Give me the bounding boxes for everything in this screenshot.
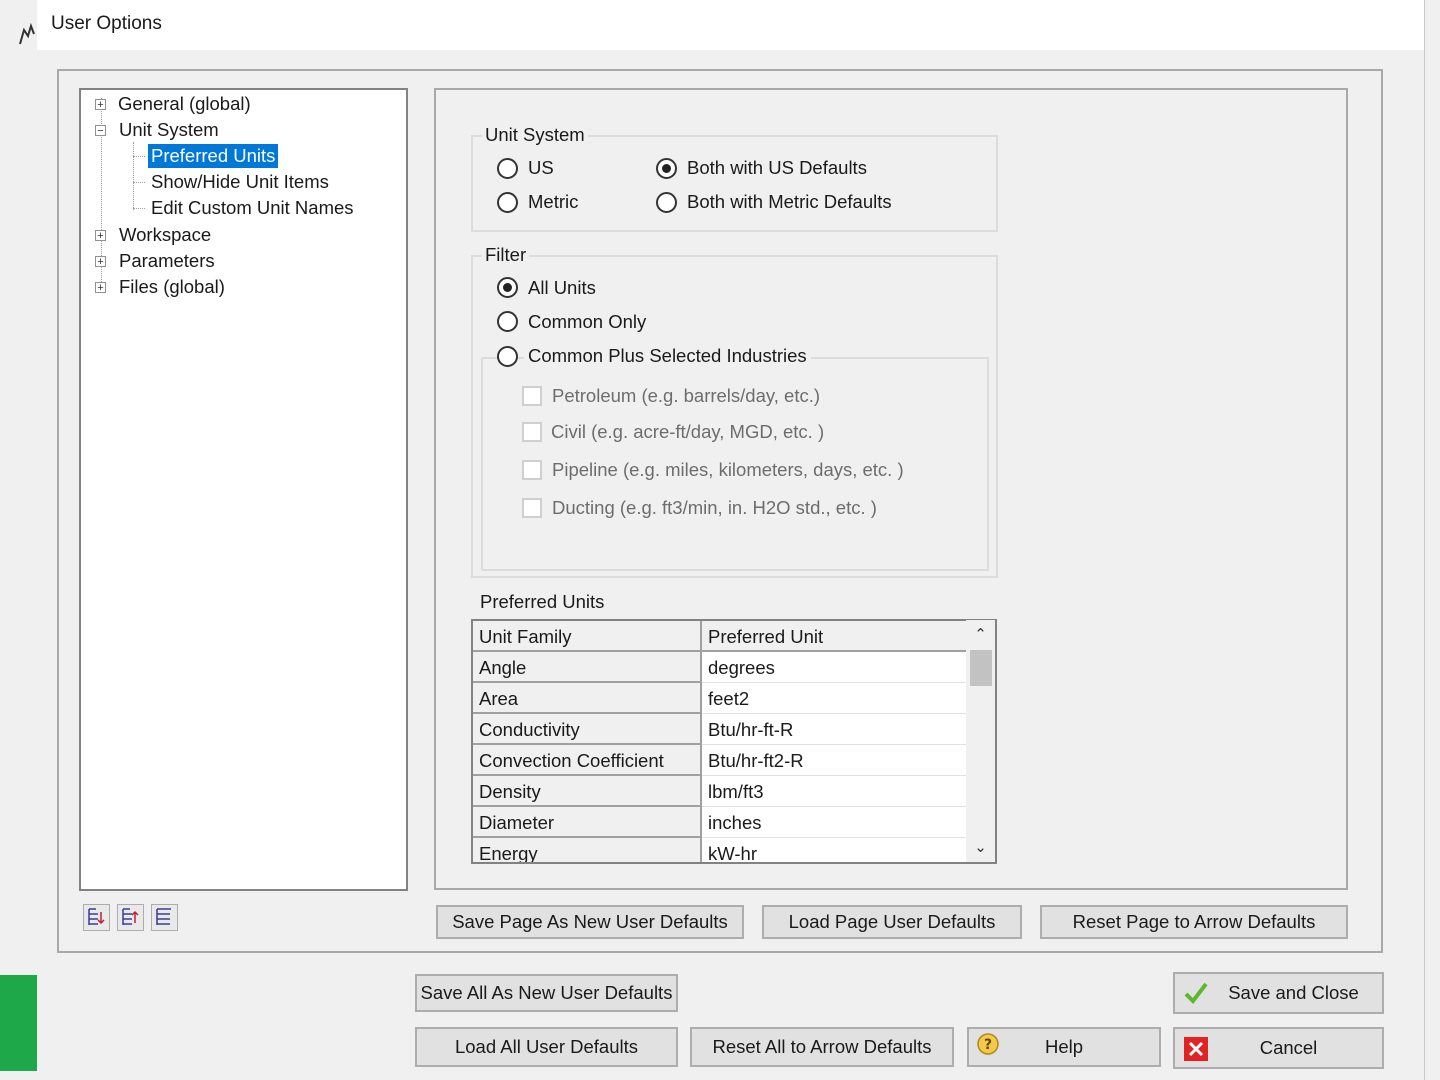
tree-connector: [133, 156, 145, 157]
unit-family-cell[interactable]: Conductivity: [473, 714, 702, 745]
background-window-left: [0, 0, 38, 1080]
preferred-unit-cell[interactable]: kW-hr: [702, 838, 968, 862]
cancel-button[interactable]: Cancel: [1173, 1027, 1384, 1069]
tree-item-files[interactable]: Files (global): [119, 275, 225, 299]
help-icon: ?: [977, 1033, 999, 1055]
scroll-up-icon[interactable]: ⌃: [966, 621, 995, 649]
tree-options-button[interactable]: [151, 904, 178, 931]
radio-both-us-defaults[interactable]: [656, 158, 677, 179]
preferred-unit-cell[interactable]: inches: [702, 807, 968, 838]
radio-us-label[interactable]: US: [528, 157, 554, 179]
radio-both-us-defaults-label[interactable]: Both with US Defaults: [687, 157, 867, 179]
unit-family-cell[interactable]: Energy: [473, 838, 702, 862]
load-all-defaults-button[interactable]: Load All User Defaults: [415, 1027, 678, 1067]
checkbox-civil-label[interactable]: Civil (e.g. acre-ft/day, MGD, etc. ): [551, 421, 824, 443]
filter-label: Filter: [482, 244, 530, 266]
tree-item-general[interactable]: General (global): [118, 92, 251, 116]
cancel-label: Cancel: [1259, 1037, 1318, 1058]
tree-item-unit-system[interactable]: Unit System: [119, 118, 219, 142]
unit-system-group: [471, 135, 998, 232]
radio-all-units[interactable]: [497, 277, 518, 298]
save-and-close-button[interactable]: Save and Close: [1173, 972, 1384, 1014]
expand-toggle-icon[interactable]: +: [95, 230, 106, 242]
preferred-units-grid[interactable]: Unit Family Preferred Unit Angle degrees…: [471, 619, 997, 864]
radio-common-only-label[interactable]: Common Only: [528, 311, 646, 333]
checkbox-petroleum[interactable]: [522, 386, 542, 406]
preferred-unit-cell[interactable]: Btu/hr-ft2-R: [702, 745, 968, 776]
radio-common-only[interactable]: [497, 311, 518, 332]
save-all-defaults-button[interactable]: Save All As New User Defaults: [415, 974, 678, 1012]
expand-toggle-icon[interactable]: +: [95, 256, 106, 268]
radio-common-plus-industries-label[interactable]: Common Plus Selected Industries: [524, 345, 811, 367]
close-icon: [1184, 1037, 1208, 1061]
collapse-toggle-icon[interactable]: −: [95, 125, 106, 137]
radio-metric[interactable]: [497, 192, 518, 213]
unit-family-cell[interactable]: Diameter: [473, 807, 702, 838]
save-page-defaults-button[interactable]: Save Page As New User Defaults: [436, 905, 744, 939]
help-button[interactable]: ? Help: [967, 1027, 1161, 1067]
preferred-units-label: Preferred Units: [480, 591, 605, 612]
checkbox-ducting-label[interactable]: Ducting (e.g. ft3/min, in. H2O std., etc…: [552, 497, 877, 519]
tree-connector: [133, 142, 134, 210]
tree-connector: [133, 182, 145, 183]
radio-common-plus-industries[interactable]: [497, 346, 518, 367]
checkbox-pipeline-label[interactable]: Pipeline (e.g. miles, kilometers, days, …: [552, 459, 904, 481]
collapse-tree-icon: [122, 908, 139, 925]
help-button-label: Help: [1044, 1036, 1084, 1057]
window-title: User Options: [51, 13, 162, 34]
preferred-unit-cell[interactable]: lbm/ft3: [702, 776, 968, 807]
tree-item-preferred-units[interactable]: Preferred Units: [148, 144, 279, 168]
save-and-close-label: Save and Close: [1228, 982, 1359, 1003]
checkbox-pipeline[interactable]: [522, 460, 542, 480]
radio-both-metric-defaults[interactable]: [656, 192, 677, 213]
tree-item-edit-custom-unit-names[interactable]: Edit Custom Unit Names: [151, 196, 354, 220]
unit-family-cell[interactable]: Area: [473, 683, 702, 714]
radio-both-metric-defaults-label[interactable]: Both with Metric Defaults: [687, 191, 892, 213]
scroll-down-icon[interactable]: ⌄: [966, 834, 995, 862]
preferred-unit-cell[interactable]: degrees: [702, 652, 968, 683]
tree-item-show-hide-unit-items[interactable]: Show/Hide Unit Items: [151, 170, 329, 194]
checkbox-ducting[interactable]: [522, 498, 542, 518]
tree-connector: [133, 208, 145, 209]
expand-tree-icon: [88, 908, 105, 925]
tree-item-parameters[interactable]: Parameters: [119, 249, 215, 273]
radio-us[interactable]: [497, 158, 518, 179]
reset-all-defaults-button[interactable]: Reset All to Arrow Defaults: [690, 1027, 954, 1067]
preferred-unit-cell[interactable]: feet2: [702, 683, 968, 714]
unit-family-cell[interactable]: Convection Coefficient: [473, 745, 702, 776]
radio-all-units-label[interactable]: All Units: [528, 277, 596, 299]
unit-system-label: Unit System: [482, 124, 588, 146]
load-page-defaults-button[interactable]: Load Page User Defaults: [762, 905, 1022, 939]
radio-metric-label[interactable]: Metric: [528, 191, 578, 213]
preferred-unit-cell[interactable]: Btu/hr-ft-R: [702, 714, 968, 745]
expand-toggle-icon[interactable]: +: [95, 282, 106, 294]
expand-toggle-icon[interactable]: +: [95, 99, 106, 111]
svg-text:?: ?: [984, 1037, 992, 1053]
column-header-preferred-unit[interactable]: Preferred Unit: [702, 621, 968, 652]
expand-tree-button[interactable]: [83, 904, 110, 931]
options-tree[interactable]: + General (global) − Unit System Preferr…: [79, 88, 408, 891]
tree-item-workspace[interactable]: Workspace: [119, 223, 211, 247]
tree-options-icon: [156, 908, 171, 925]
scroll-thumb[interactable]: [970, 650, 992, 686]
unit-family-cell[interactable]: Density: [473, 776, 702, 807]
title-bar: [37, 0, 1424, 50]
unit-family-cell[interactable]: Angle: [473, 652, 702, 683]
collapse-tree-button[interactable]: [117, 904, 144, 931]
checkmark-icon: [1184, 982, 1208, 1005]
column-header-unit-family[interactable]: Unit Family: [473, 621, 702, 652]
checkbox-petroleum-label[interactable]: Petroleum (e.g. barrels/day, etc.): [552, 385, 820, 407]
checkbox-civil[interactable]: [522, 422, 542, 442]
app-icon: [19, 22, 35, 45]
background-window-right: [1424, 0, 1440, 1080]
reset-page-defaults-button[interactable]: Reset Page to Arrow Defaults: [1040, 905, 1348, 939]
